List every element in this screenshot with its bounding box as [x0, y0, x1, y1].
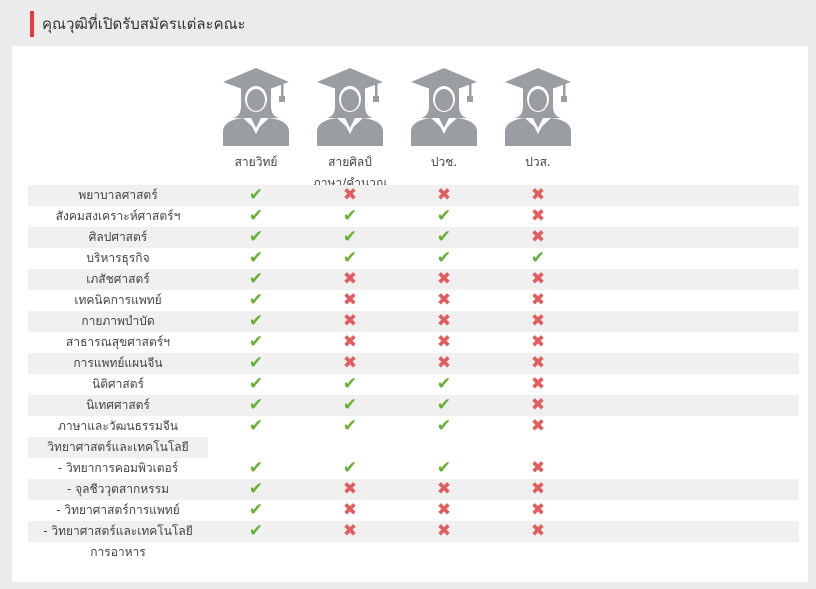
column-label: ปวส. [525, 155, 551, 169]
check-icon: ✔ [342, 374, 358, 394]
check-icon: ✔ [436, 227, 452, 247]
row-label: สังคมสงเคราะห์ศาสตร์ฯ [55, 209, 181, 223]
cross-icon: ✖ [530, 311, 546, 331]
cross-icon: ✖ [530, 185, 546, 205]
check-icon: ✔ [248, 269, 264, 289]
check-icon: ✔ [436, 374, 452, 394]
row-label: เทคนิคการแพทย์ [74, 293, 162, 307]
row-label: นิติศาสตร์ [92, 377, 144, 391]
check-icon: ✔ [248, 458, 264, 478]
check-icon: ✔ [342, 206, 358, 226]
graduate-icon [411, 68, 477, 146]
row-label: พยาบาลศาสตร์ [28, 185, 208, 206]
cross-icon: ✖ [436, 479, 452, 499]
check-icon: ✔ [248, 185, 264, 205]
cross-icon: ✖ [530, 332, 546, 352]
check-icon: ✔ [248, 353, 264, 373]
page-title: คุณวุฒิที่เปิดรับสมัครแต่ละคณะ [42, 15, 246, 33]
cross-icon: ✖ [530, 458, 546, 478]
check-icon: ✔ [436, 395, 452, 415]
check-icon: ✔ [436, 458, 452, 478]
cross-icon: ✖ [530, 500, 546, 520]
cross-icon: ✖ [342, 500, 358, 520]
cross-icon: ✖ [530, 521, 546, 541]
row-label: บริหารธุรกิจ [86, 251, 150, 265]
row-label: ศิลปศาสตร์ [28, 227, 208, 248]
graduate-icon [223, 68, 289, 146]
cross-icon: ✖ [436, 332, 452, 352]
row-label: - วิทยาศาสตร์และเทคโนโลยี [28, 521, 208, 542]
cross-icon: ✖ [530, 374, 546, 394]
check-icon: ✔ [248, 248, 264, 268]
cross-icon: ✖ [342, 353, 358, 373]
check-icon: ✔ [248, 332, 264, 352]
row-label: กายภาพบำบัด [28, 311, 208, 332]
graduate-icon [317, 68, 383, 146]
cross-icon: ✖ [342, 479, 358, 499]
check-icon: ✔ [342, 248, 358, 268]
row-label: สาธารณสุขศาสตร์ฯ [66, 335, 170, 349]
cross-icon: ✖ [342, 269, 358, 289]
row-label: นิเทศศาสตร์ [28, 395, 208, 416]
column-header-3: ปวช. [399, 66, 489, 173]
cross-icon: ✖ [530, 479, 546, 499]
page-header: คุณวุฒิที่เปิดรับสมัครแต่ละคณะ [30, 10, 246, 38]
check-icon: ✔ [248, 227, 264, 247]
cross-icon: ✖ [530, 290, 546, 310]
column-label: ปวช. [430, 155, 458, 169]
title-accent-bar [30, 11, 34, 37]
row-label: การแพทย์แผนจีน [28, 353, 208, 374]
qualification-panel: สายวิทย์ สายศิลป์ ภาษา/คำนวณ ปวช. ปวส. พย… [12, 46, 808, 582]
cross-icon: ✖ [342, 185, 358, 205]
check-icon: ✔ [248, 395, 264, 415]
check-icon: ✔ [436, 206, 452, 226]
graduate-icon [505, 68, 571, 146]
cross-icon: ✖ [342, 290, 358, 310]
check-icon: ✔ [248, 206, 264, 226]
cross-icon: ✖ [530, 395, 546, 415]
check-icon: ✔ [436, 416, 452, 436]
row-label: วิทยาศาสตร์และเทคโนโลยี [28, 437, 208, 458]
row-label: - จุลชีววุตสากหรรม [28, 479, 208, 500]
cross-icon: ✖ [436, 185, 452, 205]
check-icon: ✔ [248, 374, 264, 394]
row-label: เภสัชศาสตร์ [28, 269, 208, 290]
check-icon: ✔ [342, 416, 358, 436]
column-header-1: สายวิทย์ [211, 66, 301, 173]
cross-icon: ✖ [436, 269, 452, 289]
cross-icon: ✖ [436, 311, 452, 331]
cross-icon: ✖ [342, 521, 358, 541]
check-icon: ✔ [342, 458, 358, 478]
check-icon: ✔ [248, 290, 264, 310]
column-label: สายวิทย์ [234, 155, 278, 169]
check-icon: ✔ [530, 248, 546, 268]
cross-icon: ✖ [342, 311, 358, 331]
check-icon: ✔ [342, 395, 358, 415]
check-icon: ✔ [342, 227, 358, 247]
cross-icon: ✖ [530, 206, 546, 226]
column-headers: สายวิทย์ สายศิลป์ ภาษา/คำนวณ ปวช. ปวส. [12, 66, 808, 190]
cross-icon: ✖ [436, 290, 452, 310]
cross-icon: ✖ [530, 353, 546, 373]
row-label: ภาษาและวัฒนธรรมจีน [58, 419, 178, 433]
cross-icon: ✖ [436, 353, 452, 373]
check-icon: ✔ [436, 248, 452, 268]
column-header-2: สายศิลป์ ภาษา/คำนวณ [305, 66, 395, 194]
check-icon: ✔ [248, 311, 264, 331]
check-icon: ✔ [248, 521, 264, 541]
check-icon: ✔ [248, 416, 264, 436]
column-label: สายศิลป์ [328, 155, 372, 169]
cross-icon: ✖ [530, 416, 546, 436]
row-label: การอาหาร [90, 545, 146, 559]
cross-icon: ✖ [436, 521, 452, 541]
cross-icon: ✖ [530, 269, 546, 289]
cross-icon: ✖ [342, 332, 358, 352]
check-icon: ✔ [248, 479, 264, 499]
check-icon: ✔ [248, 500, 264, 520]
row-label: - วิทยาศาสตร์การแพทย์ [56, 503, 180, 517]
cross-icon: ✖ [436, 500, 452, 520]
row-label: - วิทยาการคอมพิวเตอร์ [57, 461, 179, 475]
cross-icon: ✖ [530, 227, 546, 247]
column-header-4: ปวส. [493, 66, 583, 173]
